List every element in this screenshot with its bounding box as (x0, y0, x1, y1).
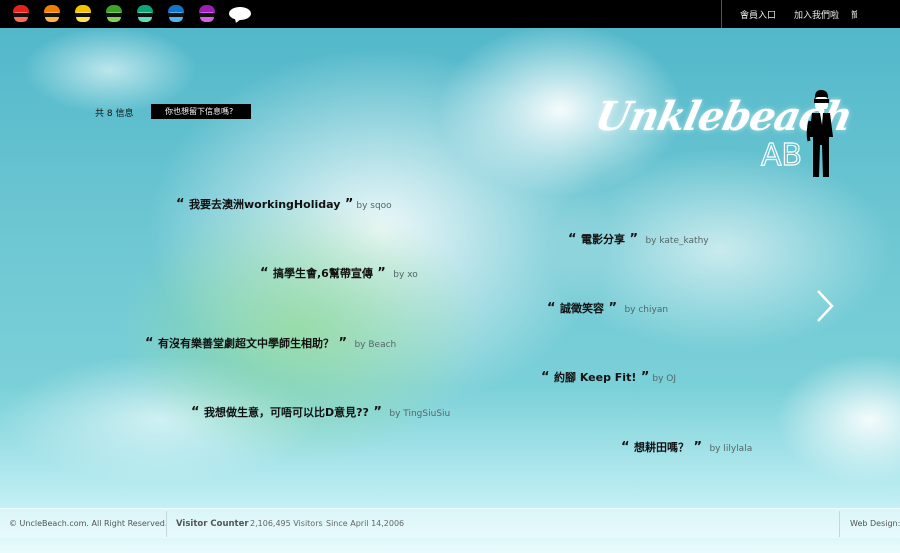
message-title: 約腳 Keep Fit! (554, 371, 637, 384)
bubble-tail (232, 15, 242, 25)
message-title: 想耕田嗎？ (634, 441, 689, 454)
quote-close: ” (377, 266, 386, 281)
message-author: by OJ (652, 374, 676, 384)
message-author: by TingSiuSiu (389, 409, 451, 419)
message-item[interactable]: “ 電影分享 ” by kate_kathy (568, 230, 709, 248)
quote-open: “ (191, 405, 200, 420)
copyright-text: © UncleBeach.com. All Right Reserved. (9, 519, 168, 528)
quote-open: “ (260, 266, 269, 281)
leave-message-button[interactable]: 你也想留下信息嗎? (151, 104, 251, 119)
glasses (168, 13, 184, 17)
message-title: 我要去澳洲workingHoliday (189, 198, 341, 211)
footer-divider (839, 511, 840, 537)
chevron-right-icon[interactable] (812, 288, 840, 324)
message-item[interactable]: “ 誠徵笑容 ” by chiyan (547, 299, 668, 317)
glasses (106, 13, 122, 17)
quote-close: ” (373, 405, 382, 420)
login-link[interactable]: 會員入口 (740, 8, 776, 21)
quote-close: ” (344, 197, 354, 212)
red-head-icon[interactable] (10, 4, 32, 24)
message-item[interactable]: “ 有沒有樂善堂劇超文中學師生相助？ ” by Beach (145, 334, 396, 352)
quote-close: ” (629, 232, 638, 247)
quote-close: ” (338, 336, 347, 351)
quote-open: “ (547, 301, 556, 316)
quote-open: “ (621, 440, 630, 455)
web-design-credit[interactable]: Web Design:e (850, 519, 900, 528)
more-link[interactable]: 簡 (851, 8, 857, 21)
message-author: by xo (393, 270, 418, 280)
message-item[interactable]: “ 約腳 Keep Fit! ” by OJ (541, 368, 676, 386)
blue-head-icon[interactable] (165, 4, 187, 24)
message-author: by lilylala (709, 444, 753, 454)
message-author: by Beach (354, 340, 397, 350)
message-title: 有沒有樂善堂劇超文中學師生相助？ (158, 337, 334, 350)
mascot-figure-icon (806, 90, 833, 177)
since-date: Since April 14,2006 (326, 519, 405, 528)
message-author: by kate_kathy (645, 236, 709, 246)
message-title: 搞學生會,6幫帶宣傳 (273, 267, 373, 280)
message-item[interactable]: “ 我要去澳洲workingHoliday ” by sqoo (176, 195, 392, 213)
top-nav: 會員入口 加入我們啦 簡 (721, 0, 857, 28)
message-count: 共 8 信息 (95, 109, 134, 119)
message-title: 我想做生意，可唔可以比D意見?? (204, 406, 369, 419)
glasses (137, 13, 153, 17)
join-link[interactable]: 加入我們啦 (794, 8, 839, 21)
quote-close: ” (640, 370, 650, 385)
yellow-head-icon[interactable] (72, 4, 94, 24)
speech-bubble-icon[interactable] (227, 4, 253, 25)
message-title: 誠徵笑容 (560, 302, 604, 315)
logo-ab: AB (760, 137, 803, 173)
color-theme-selector (10, 4, 253, 25)
glasses (13, 13, 29, 17)
glasses (75, 13, 91, 17)
message-item[interactable]: “ 想耕田嗎？ ” by lilylala (621, 438, 752, 456)
message-author: by sqoo (356, 201, 392, 211)
visitor-count: 2,106,495 Visitors (250, 519, 323, 528)
footer-divider (166, 511, 167, 537)
visitor-counter-label: Visitor Counter (176, 519, 249, 529)
top-bar: 會員入口 加入我們啦 簡 (0, 0, 900, 28)
quote-close: ” (608, 301, 617, 316)
message-author: by chiyan (624, 305, 669, 315)
green-head-icon[interactable] (103, 4, 125, 24)
message-item[interactable]: “ 我想做生意，可唔可以比D意見?? ” by TingSiuSiu (191, 403, 450, 421)
quote-open: “ (176, 197, 185, 212)
quote-open: “ (568, 232, 577, 247)
quote-open: “ (145, 336, 154, 351)
quote-close: ” (693, 440, 702, 455)
orange-head-icon[interactable] (41, 4, 63, 24)
teal-head-icon[interactable] (134, 4, 156, 24)
glasses (199, 13, 215, 17)
message-item[interactable]: “ 搞學生會,6幫帶宣傳 ” by xo (260, 264, 418, 282)
footer: © UncleBeach.com. All Right Reserved. Vi… (0, 508, 900, 538)
message-title: 電影分享 (581, 233, 625, 246)
quote-open: “ (541, 370, 550, 385)
purple-head-icon[interactable] (196, 4, 218, 24)
glasses (44, 13, 60, 17)
